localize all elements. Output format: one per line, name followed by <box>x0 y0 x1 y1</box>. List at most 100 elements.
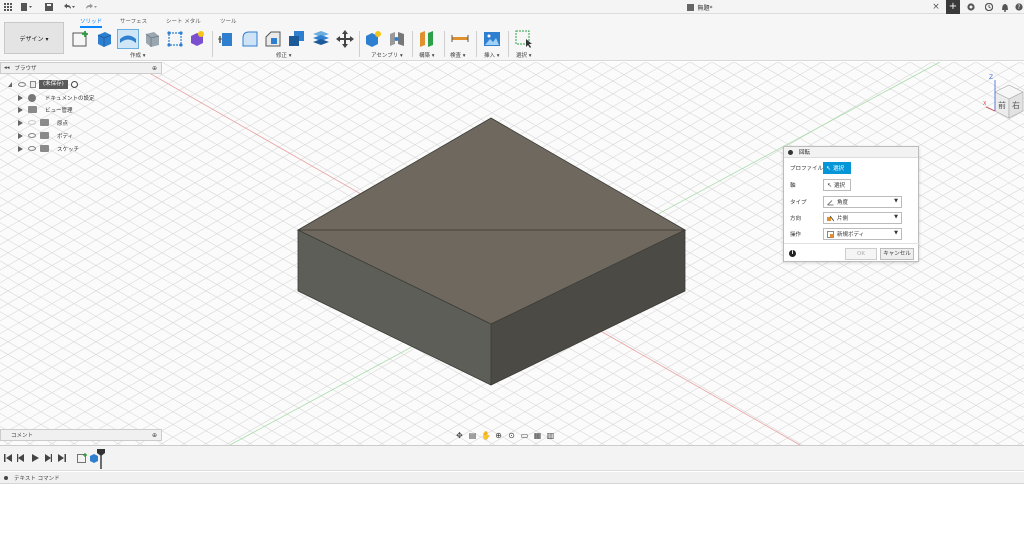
operation-dropdown[interactable]: 新規ボディ ▼ <box>823 228 902 240</box>
text-commands-toggle-icon[interactable] <box>4 475 8 480</box>
collapsed-triangle-icon[interactable] <box>18 94 23 101</box>
modify-group-label[interactable]: 修正 ▾ <box>276 51 292 59</box>
info-icon[interactable]: i <box>789 250 796 257</box>
measure-icon[interactable] <box>451 30 469 48</box>
loft-icon[interactable] <box>166 30 184 48</box>
tab-solid[interactable]: ソリッド <box>80 17 103 28</box>
view-cube[interactable]: 前 右 Z X <box>983 72 1024 127</box>
chevron-down-icon: ▼ <box>894 198 898 204</box>
create-group-label[interactable]: 作成 ▾ <box>130 51 146 59</box>
browser-item-bodies[interactable]: ボディ <box>18 130 73 141</box>
select-group-label[interactable]: 選択 ▾ <box>516 51 532 59</box>
browser-item-document-settings[interactable]: ドキュメントの設定 <box>18 92 95 103</box>
insert-group-label[interactable]: 挿入 ▾ <box>484 51 500 59</box>
type-label: タイプ <box>790 200 807 206</box>
browser-item-named-views[interactable]: ビュー管理 <box>18 104 73 115</box>
axis-row: 軸 ↖ 選択 <box>784 178 920 192</box>
gear-icon <box>28 93 36 102</box>
look-at-icon[interactable]: ▤ <box>468 431 477 440</box>
construct-group-label[interactable]: 構築 ▾ <box>419 51 435 59</box>
comments-panel[interactable]: コメント ⊕ <box>0 429 162 441</box>
joint-icon[interactable] <box>388 30 406 48</box>
collapsed-triangle-icon[interactable] <box>18 119 23 126</box>
zoom-icon[interactable]: ⊕ <box>494 431 503 440</box>
ok-button[interactable]: OK <box>845 248 877 260</box>
close-tab-button[interactable]: × <box>930 1 942 13</box>
offset-plane-icon[interactable] <box>418 30 436 48</box>
split-body-icon[interactable] <box>312 30 330 48</box>
chamfer-icon[interactable] <box>264 30 282 48</box>
view-cube-right-label: 右 <box>1012 100 1020 110</box>
orbit-icon[interactable]: ✥ <box>455 431 464 440</box>
comments-add-icon[interactable]: ⊕ <box>152 432 157 439</box>
browser-item-origin[interactable]: 原点 <box>18 117 68 128</box>
inspect-group-label[interactable]: 検査 ▾ <box>450 51 466 59</box>
hidden-eye-icon[interactable] <box>28 120 36 125</box>
axis-select-button[interactable]: ↖ 選択 <box>823 179 851 191</box>
dialog-collapse-icon[interactable] <box>788 149 793 155</box>
play-icon[interactable] <box>31 454 39 462</box>
apps-grid-icon[interactable] <box>3 2 13 12</box>
window-select-icon[interactable] <box>515 30 533 48</box>
display-settings-icon[interactable]: ▭ <box>520 431 529 440</box>
timeline-marker-icon[interactable] <box>97 449 105 469</box>
toolbar-divider <box>212 31 213 57</box>
collapse-arrows-icon[interactable]: ◂◂ <box>4 65 10 71</box>
step-forward-icon[interactable] <box>44 454 52 462</box>
save-icon[interactable] <box>44 2 54 12</box>
step-back-icon[interactable] <box>17 454 25 462</box>
axis-label: 軸 <box>790 183 796 189</box>
type-dropdown[interactable]: 角度 ▼ <box>823 196 902 208</box>
profile-select-button[interactable]: ↖ 選択 <box>823 162 851 174</box>
fit-icon[interactable]: ⊙ <box>507 431 516 440</box>
extrude-icon[interactable] <box>95 30 113 48</box>
visibility-eye-icon[interactable] <box>28 133 36 138</box>
collapsed-triangle-icon[interactable] <box>18 132 23 139</box>
job-status-icon[interactable] <box>984 2 994 12</box>
press-pull-icon[interactable] <box>218 30 236 48</box>
notifications-bell-icon[interactable] <box>1000 2 1010 12</box>
assemble-group-label[interactable]: アセンブリ ▾ <box>371 51 403 59</box>
tab-sheet-metal[interactable]: シート メタル <box>166 17 201 25</box>
go-to-start-icon[interactable] <box>4 454 12 462</box>
text-commands-bar[interactable]: テキスト コマンド <box>0 472 1024 484</box>
combine-icon[interactable] <box>288 30 306 48</box>
document-tab[interactable]: 無題* <box>460 0 940 14</box>
create-form-icon[interactable] <box>188 30 206 48</box>
visibility-eye-icon[interactable] <box>18 82 26 87</box>
cancel-button[interactable]: キャンセル <box>880 248 914 260</box>
workspace-switcher-button[interactable]: デザイン ▾ <box>4 22 64 54</box>
extensions-icon[interactable] <box>966 2 976 12</box>
undo-icon[interactable] <box>62 2 76 12</box>
browser-root-node[interactable]: (未保存) <box>8 79 78 90</box>
file-menu-icon[interactable] <box>20 2 34 12</box>
viewports-icon[interactable]: ▥ <box>546 431 555 440</box>
toolbar-divider <box>508 31 509 57</box>
browser-header[interactable]: ◂◂ ブラウザ ⊕ <box>0 62 162 74</box>
go-to-end-icon[interactable] <box>58 454 66 462</box>
expanded-triangle-icon[interactable] <box>8 82 12 87</box>
pan-hand-icon[interactable]: ✋ <box>481 431 491 440</box>
sweep-icon[interactable] <box>143 30 161 48</box>
dialog-header[interactable]: 回転 <box>784 147 918 158</box>
visibility-eye-icon[interactable] <box>28 146 36 151</box>
activate-radio-icon[interactable] <box>70 81 78 88</box>
collapsed-triangle-icon[interactable] <box>18 106 23 113</box>
new-component-icon[interactable] <box>364 30 382 48</box>
revolve-button-active[interactable] <box>117 29 139 49</box>
grid-settings-icon[interactable]: ▦ <box>533 431 542 440</box>
move-copy-icon[interactable] <box>336 30 354 48</box>
redo-icon[interactable] <box>84 2 98 12</box>
help-icon[interactable]: ? <box>1014 2 1024 12</box>
new-tab-button[interactable]: + <box>946 0 960 14</box>
fillet-icon[interactable] <box>241 30 259 48</box>
tab-tools[interactable]: ツール <box>220 17 237 25</box>
timeline-sketch-feature-icon[interactable] <box>77 453 87 463</box>
browser-options-icon[interactable]: ⊕ <box>152 65 157 72</box>
collapsed-triangle-icon[interactable] <box>18 145 23 152</box>
insert-image-icon[interactable] <box>483 30 501 48</box>
create-sketch-icon[interactable] <box>72 30 90 48</box>
direction-dropdown[interactable]: 片側 ▼ <box>823 212 902 224</box>
browser-item-sketches[interactable]: スケッチ <box>18 143 79 154</box>
tab-surface[interactable]: サーフェス <box>120 17 147 25</box>
